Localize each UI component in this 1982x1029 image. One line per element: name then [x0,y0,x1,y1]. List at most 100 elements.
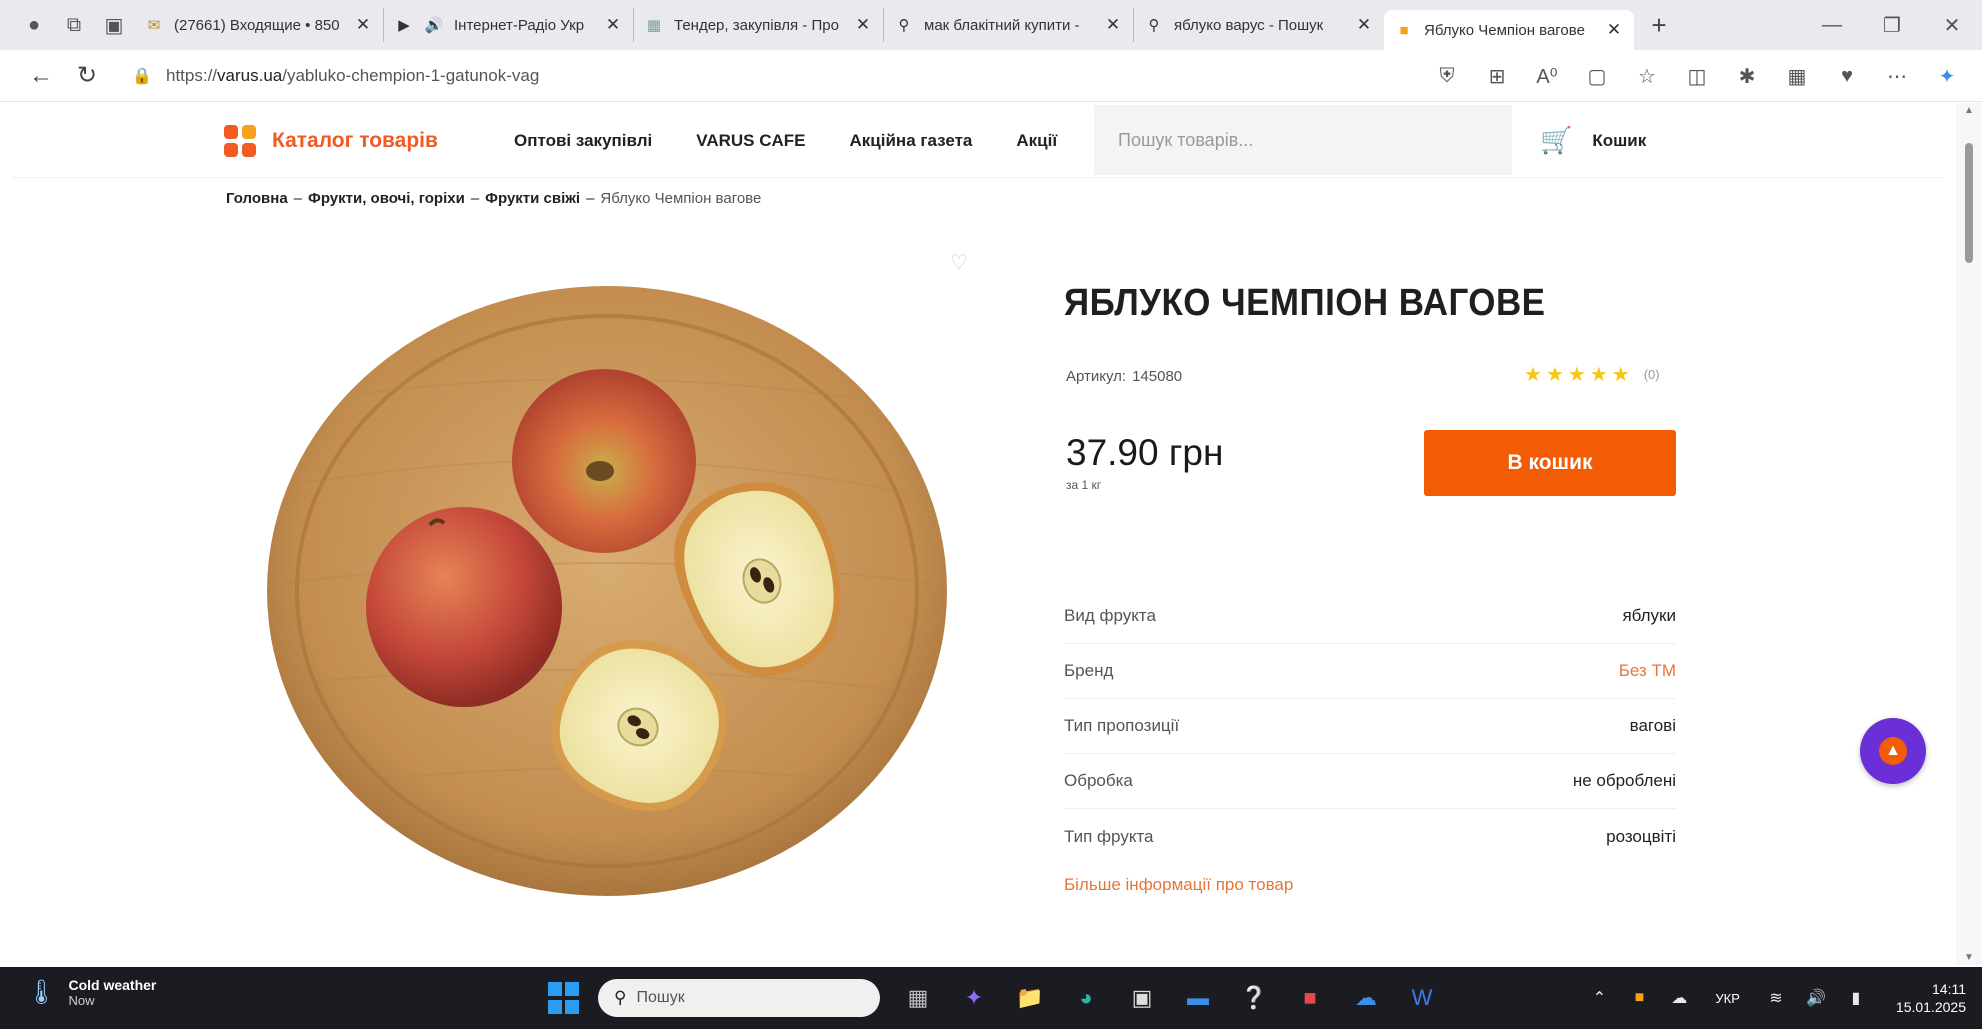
breadcrumb-separator: – [293,190,303,207]
scroll-thumb[interactable] [1965,143,1973,263]
close-icon[interactable]: ✕ [853,15,873,35]
close-icon[interactable]: ✕ [353,15,373,35]
close-icon[interactable]: ✕ [1354,15,1374,35]
lock-icon[interactable]: 🔒 [132,66,152,86]
taskbar-apps: ▦ ✦ 📁 ◕ ▣ ▬ ❔ ■ ☁ W [890,977,1450,1019]
system-tray: ⌃ ■ ☁ УКР ≋ 🔊 ▮ 14:11 15.01.2025 [1579,967,1966,1029]
spec-key: Обробка [1064,771,1133,790]
tab-label: Тендер, закупівля - Про [674,16,839,34]
shield-icon[interactable]: ⛨ [1422,65,1472,88]
weather-title: Cold weather [68,977,157,993]
app-icon[interactable]: ☁ [1338,977,1394,1019]
close-icon[interactable]: ✕ [1604,20,1624,40]
thermometer-icon: 🌡 [26,979,57,1006]
close-icon[interactable]: ✕ [603,15,623,35]
catalog-button[interactable]: Каталог товарів [224,103,438,178]
star-icon: ★ [1611,364,1630,386]
tab-actions-icon[interactable]: ▣ [94,8,134,42]
breadcrumb: Головна – Фрукти, овочі, горіхи – Фрукти… [226,190,761,207]
browser-tab-strip: ● ⧉ ▣ ✉ (27661) Входящие • 850 ✕ ▶ 🔊 Інт… [0,0,1982,50]
collections-icon[interactable]: ▦ [1772,64,1822,89]
chevron-up-icon[interactable]: ⌃ [1579,988,1619,1008]
cart-label: Кошик [1592,130,1647,150]
breadcrumb-separator: – [586,190,595,207]
brand-link[interactable]: Без ТМ [1619,661,1676,681]
more-info-link[interactable]: Більше інформації про товар [1064,875,1293,895]
spec-value: розоцвіті [1606,826,1676,846]
copilot-app-icon[interactable]: ✦ [946,977,1002,1019]
scroll-down-icon[interactable]: ▼ [1956,952,1982,963]
cloud-icon[interactable]: ☁ [1659,988,1699,1008]
workspaces-icon[interactable]: ⧉ [54,8,94,42]
wishlist-heart-icon[interactable]: ♡ [950,250,968,275]
search-input[interactable] [1118,129,1498,151]
tab-varus-product[interactable]: ■ Яблуко Чемпіон вагове ✕ [1384,10,1634,50]
volume-icon[interactable]: 🔊 [1796,988,1836,1008]
extensions-icon[interactable]: ✱ [1722,64,1772,89]
close-icon[interactable]: ✕ [1103,15,1123,35]
breadcrumb-fruits-vegetables[interactable]: Фрукти, овочі, горіхи [308,190,465,207]
page-scrollbar[interactable]: ▲ ▼ [1956,103,1982,965]
close-window-icon[interactable]: ✕ [1922,0,1982,50]
app-icon[interactable]: ▬ [1170,977,1226,1019]
nav-promotions[interactable]: Акції [1016,131,1057,151]
taskbar-search[interactable]: ⚲ Пошук [598,979,880,1017]
task-view-icon[interactable]: ▦ [890,977,946,1019]
address-bar: ← ↻ 🔒 https://varus.ua/yabluko-chempion-… [0,50,1982,102]
spec-row: Обробка не оброблені [1064,754,1676,809]
copilot-icon[interactable]: ✦ [1922,64,1972,89]
app-icon[interactable]: ■ [1282,977,1338,1019]
tab-search-mak[interactable]: ⚲ мак блакітний купити - ✕ [884,8,1134,42]
weather-widget[interactable]: 🌡 Cold weather Now [26,977,156,1008]
spec-key: Вид фрукта [1064,606,1156,625]
varus-icon: ■ [1399,21,1409,39]
restore-icon[interactable]: ❐ [1862,0,1922,50]
minimize-icon[interactable]: — [1802,0,1862,50]
spec-row: Вид фрукта яблуки [1064,589,1676,644]
reload-icon[interactable]: ↻ [64,56,110,96]
split-screen-icon[interactable]: ◫ [1672,64,1722,89]
battery-icon[interactable]: ▮ [1836,988,1876,1008]
read-aloud-icon[interactable]: A⁰ [1522,64,1572,89]
product-image [267,286,947,896]
breadcrumb-fresh-fruits[interactable]: Фрукти свіжі [485,190,580,207]
tab-mail[interactable]: ✉ (27661) Входящие • 850 ✕ [134,8,384,42]
browser-essentials-icon[interactable]: ♥ [1822,65,1872,88]
scroll-up-icon[interactable]: ▲ [1956,105,1982,116]
catalog-grid-icon [224,124,256,157]
file-explorer-icon[interactable]: 📁 [1002,977,1058,1019]
url-field[interactable]: https://varus.ua/yabluko-chempion-1-gatu… [166,66,1366,86]
tab-tender[interactable]: ▦ Тендер, закупівля - Про ✕ [634,8,884,42]
product-sku: Артикул: 145080 [1066,368,1182,385]
spec-value: не оброблені [1572,771,1676,790]
tab-radio[interactable]: ▶ 🔊 Інтернет-Радіо Укр ✕ [384,8,634,42]
spec-key: Тип фрукта [1064,826,1154,846]
back-arrow-icon[interactable]: ← [18,56,64,96]
add-to-cart-button[interactable]: В кошик [1424,430,1676,496]
language-indicator[interactable]: УКР [1715,991,1740,1006]
speaker-icon[interactable]: 🔊 [424,15,444,35]
nav-wholesale[interactable]: Оптові закупівлі [514,131,652,151]
apps-icon[interactable]: ⊞ [1472,64,1522,89]
product-rating[interactable]: ★ ★ ★ ★ ★ (0) [1524,362,1660,387]
immersive-reader-icon[interactable]: ▢ [1572,64,1622,89]
tray-app-icon[interactable]: ■ [1619,989,1659,1007]
start-button[interactable] [548,982,580,1014]
cart-button[interactable]: 🛒 Кошик [1540,103,1646,178]
breadcrumb-home[interactable]: Головна [226,190,288,207]
nav-promo-newspaper[interactable]: Акційна газета [850,131,973,151]
word-icon[interactable]: W [1394,977,1450,1019]
profile-icon[interactable]: ● [14,8,54,42]
store-icon[interactable]: ▣ [1114,977,1170,1019]
favorite-star-icon[interactable]: ☆ [1622,64,1672,89]
help-icon[interactable]: ❔ [1226,977,1282,1019]
new-tab-button[interactable]: + [1634,8,1684,42]
sku-value: 145080 [1132,368,1183,385]
tab-search-varus[interactable]: ⚲ яблуко варус - Пошук ✕ [1134,8,1384,42]
more-menu-icon[interactable]: ⋯ [1872,64,1922,89]
wifi-icon[interactable]: ≋ [1756,988,1796,1008]
nav-varus-cafe[interactable]: VARUS CAFE [696,131,805,151]
clock[interactable]: 14:11 15.01.2025 [1896,980,1966,1016]
chat-widget-button[interactable]: ▲ [1860,718,1926,784]
edge-browser-icon[interactable]: ◕ [1058,977,1114,1019]
